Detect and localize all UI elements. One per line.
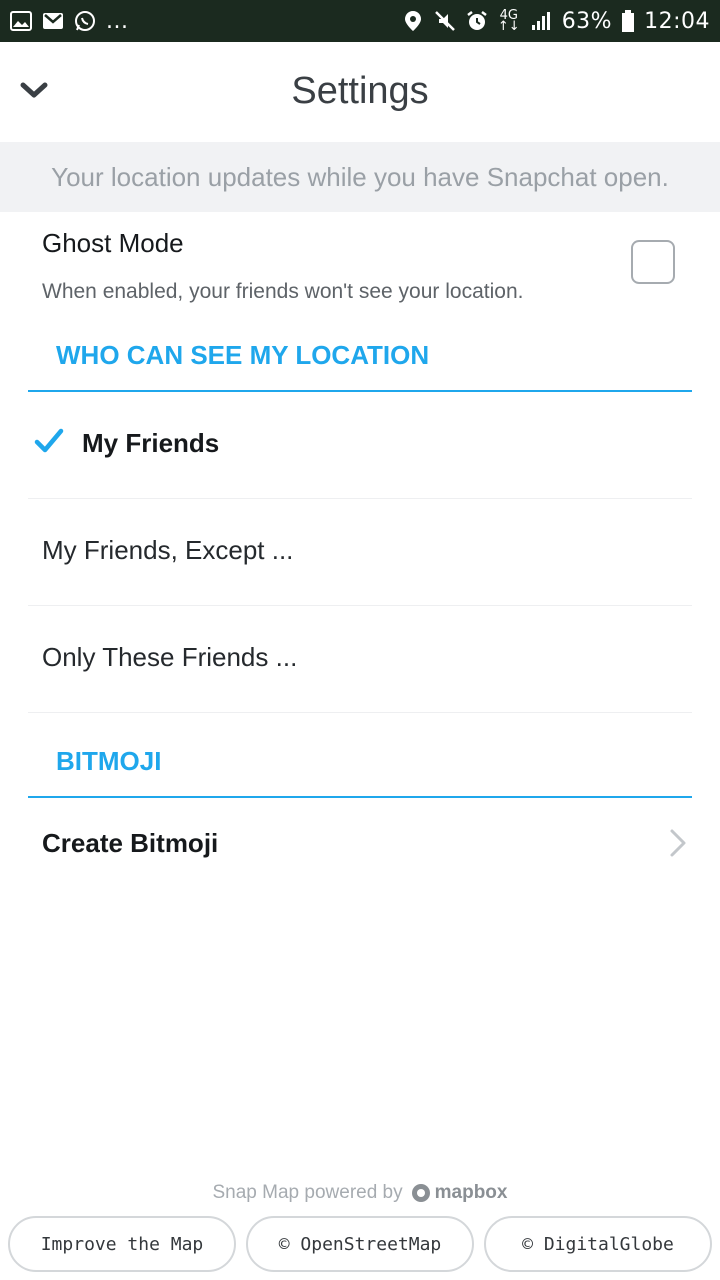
checkmark-icon <box>34 428 64 453</box>
powered-by: Snap Map powered by mapbox <box>0 1178 720 1208</box>
more-notifications: ... <box>106 8 129 34</box>
alarm-icon <box>466 10 488 32</box>
location-icon <box>402 10 424 32</box>
status-bar-left: ... <box>10 9 128 34</box>
mute-icon <box>434 10 456 32</box>
section-header-bitmoji-label: BITMOJI <box>56 746 162 776</box>
page-title: Settings <box>291 70 429 112</box>
create-bitmoji-label: Create Bitmoji <box>42 828 219 858</box>
openstreetmap-button[interactable]: © OpenStreetMap <box>246 1216 474 1272</box>
status-bar: ... 4G ↑↓ 63% 12:04 <box>0 0 720 42</box>
option-my-friends-except[interactable]: My Friends, Except ... <box>28 499 692 606</box>
signal-icon <box>530 10 552 32</box>
whatsapp-icon <box>74 10 96 32</box>
mapbox-logo: mapbox <box>411 1182 508 1204</box>
section-header-bitmoji: BITMOJI <box>28 724 692 798</box>
section-header-location: WHO CAN SEE MY LOCATION <box>28 318 692 392</box>
section-header-location-label: WHO CAN SEE MY LOCATION <box>56 340 430 370</box>
banner-text: Your location updates while you have Sna… <box>51 161 669 192</box>
ghost-mode-description: When enabled, your friends won't see you… <box>42 280 524 303</box>
network-type: 4G ↑↓ <box>497 8 520 34</box>
create-bitmoji-row[interactable]: Create Bitmoji <box>28 798 692 888</box>
digitalglobe-button[interactable]: © DigitalGlobe <box>484 1216 712 1272</box>
option-label: My Friends, Except ... <box>42 535 294 565</box>
gmail-icon <box>42 10 64 32</box>
powered-by-text: Snap Map powered by <box>212 1182 403 1203</box>
header: Settings <box>0 42 720 142</box>
improve-map-button[interactable]: Improve the Map <box>8 1216 236 1272</box>
option-only-these-friends[interactable]: Only These Friends ... <box>28 606 692 713</box>
ghost-mode-title: Ghost Mode <box>42 228 184 258</box>
mapbox-icon <box>411 1184 430 1202</box>
option-label: Only These Friends ... <box>42 642 298 672</box>
mapbox-wordmark: mapbox <box>434 1182 508 1203</box>
footer-buttons: Improve the Map © OpenStreetMap © Digita… <box>8 1216 712 1274</box>
location-info-banner: Your location updates while you have Sna… <box>0 142 720 212</box>
option-label: My Friends <box>82 428 220 458</box>
clock: 12:04 <box>644 8 710 34</box>
gallery-icon <box>10 10 32 32</box>
battery-percent: 63% <box>561 8 613 34</box>
status-bar-right: 4G ↑↓ 63% 12:04 <box>402 9 710 34</box>
ghost-mode-checkbox[interactable] <box>631 240 675 284</box>
option-my-friends[interactable]: My Friends <box>28 392 692 499</box>
battery-icon <box>622 10 635 32</box>
chevron-right-icon <box>670 829 686 857</box>
ghost-mode-setting: Ghost Mode When enabled, your friends wo… <box>0 212 720 322</box>
